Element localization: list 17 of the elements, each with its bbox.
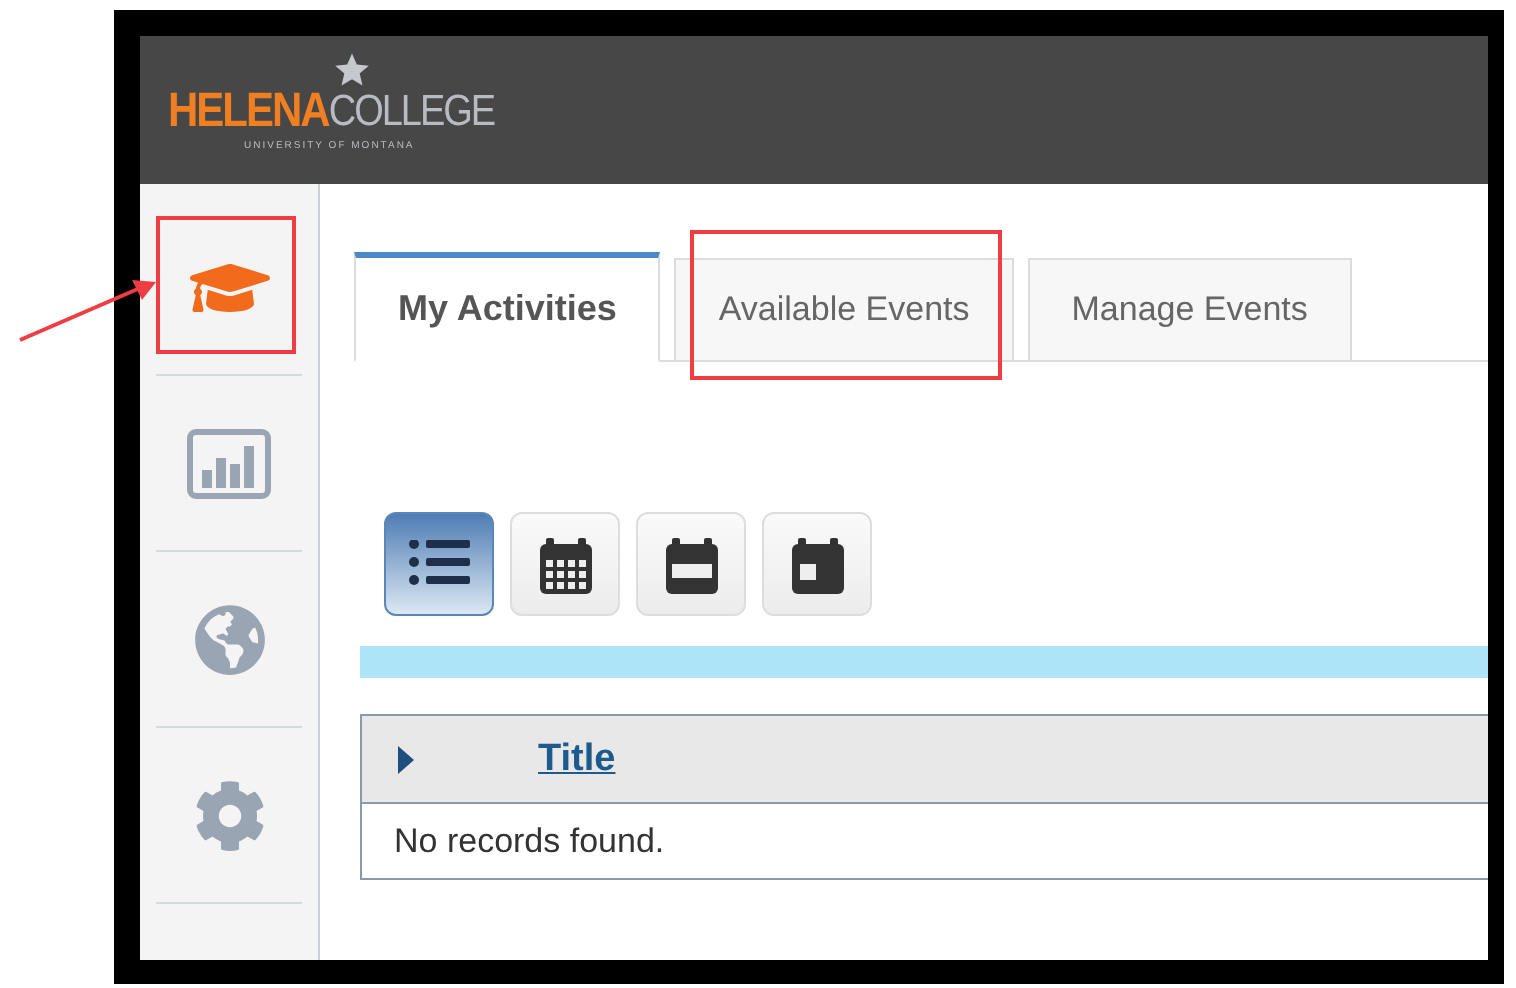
logo-text: HELENA [168,84,329,140]
tab[interactable]: My Activities [354,252,661,362]
globe-icon [193,603,265,675]
star-icon [334,52,370,88]
settings-icon [193,779,265,851]
bar-chart-icon [186,427,272,499]
expand-arrow-icon[interactable] [398,745,414,773]
calendar-icon [789,533,845,595]
calendar-icon [663,533,719,595]
view-button[interactable] [384,512,494,616]
tab[interactable]: Manage Events [1027,258,1352,362]
calendar-icon [537,533,593,595]
list-icon [407,540,471,588]
tab[interactable]: Available Events [674,258,1014,362]
column-header-link[interactable]: Title [538,737,616,781]
empty-message: No records found. [392,819,667,863]
logo-text: COLLEGE [328,88,495,140]
